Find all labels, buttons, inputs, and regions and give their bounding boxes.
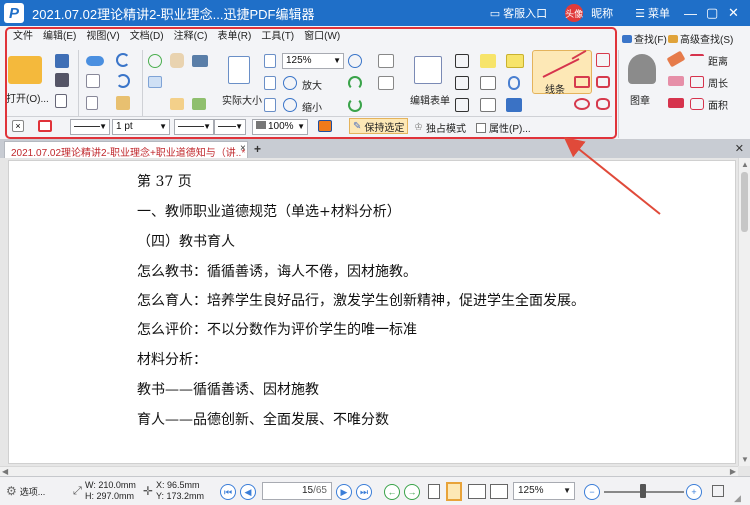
page-height: H: 297.0mm: [85, 491, 135, 501]
paragraph-teaching-summary: 教书——循循善诱、因材施教: [137, 382, 319, 398]
distance-label[interactable]: 距离: [708, 53, 728, 68]
zoom-slider-thumb[interactable]: [640, 484, 646, 498]
app-logo-icon: P: [4, 3, 24, 23]
scroll-up-icon[interactable]: ▲: [741, 160, 749, 169]
stamp-label[interactable]: 图章: [630, 92, 650, 107]
advanced-search-icon: [668, 34, 678, 43]
vertical-scrollbar[interactable]: ▲ ▼: [738, 158, 750, 466]
scroll-down-icon[interactable]: ▼: [741, 455, 749, 464]
tab-close-icon[interactable]: ×: [240, 143, 246, 154]
area-icon[interactable]: [690, 98, 704, 110]
area-label[interactable]: 面积: [708, 97, 728, 112]
status-bar: ⚙ 选项... ⤢ W: 210.0mm H: 297.0mm ✛ X: 96.…: [0, 476, 750, 505]
last-page-button[interactable]: ⏭: [356, 484, 372, 500]
add-tab-icon[interactable]: +: [254, 142, 261, 156]
gear-icon: ⚙: [6, 484, 17, 498]
options-button[interactable]: ⚙ 选项...: [6, 484, 45, 498]
pdf-page: 第 37 页 一、教师职业道德规范（单选+材料分析） （四）教书育人 怎么教书：…: [8, 160, 736, 464]
paragraph-teaching: 怎么教书：循循善诱，诲人不倦，因材施教。: [137, 264, 417, 280]
paragraph-material: 材料分析：: [137, 352, 207, 368]
page-width: W: 210.0mm: [85, 480, 136, 490]
maximize-button[interactable]: ▢: [706, 5, 728, 21]
cursor-y: Y: 173.2mm: [156, 491, 205, 501]
paragraph-nurturing: 怎么育人：培养学生良好品行，激发学生创新精神，促进学生全面发展。: [137, 293, 585, 309]
zoom-out-button[interactable]: −: [584, 484, 600, 500]
paragraph-nurturing-summary: 育人——品德创新、全面发展、不唯分数: [137, 412, 389, 428]
page-number-heading: 第 37 页: [137, 174, 192, 190]
main-menu-button[interactable]: ☰ 菜单: [635, 5, 670, 21]
horizontal-scrollbar[interactable]: ◀ ▶: [0, 466, 738, 476]
document-viewer: 第 37 页 一、教师职业道德规范（单选+材料分析） （四）教书育人 怎么教书：…: [0, 158, 750, 476]
cursor-x: X: 96.5mm: [156, 480, 200, 490]
close-button[interactable]: ✕: [728, 5, 750, 21]
stamp-icon[interactable]: [628, 54, 656, 84]
perimeter-icon[interactable]: [690, 76, 704, 88]
binoculars-icon: [622, 34, 632, 43]
tab-active-document[interactable]: 2021.07.02理论精讲2-职业理念+职业道德知与（讲..*: [4, 141, 248, 158]
advanced-find-button[interactable]: 高级查找(S): [668, 31, 733, 46]
scroll-left-icon[interactable]: ◀: [2, 467, 8, 476]
distance-icon[interactable]: [690, 54, 704, 64]
resize-grip-icon: ◢: [734, 493, 741, 503]
continuous-view-icon[interactable]: [446, 482, 462, 501]
paragraph-evaluation: 怎么评价：不以分数作为评价学生的唯一标准: [137, 322, 417, 338]
history-back-button[interactable]: ←: [384, 484, 400, 500]
chat-icon: ▭: [489, 7, 501, 20]
hamburger-icon: ☰: [635, 7, 645, 20]
customer-service-button[interactable]: ▭ 客服入口: [490, 5, 547, 21]
status-zoom-combo[interactable]: 125% ▼: [513, 482, 575, 500]
scroll-thumb[interactable]: [741, 172, 748, 232]
close-all-icon[interactable]: ✕: [735, 142, 744, 155]
minimize-button[interactable]: —: [684, 6, 706, 21]
fullscreen-icon[interactable]: [712, 485, 724, 497]
window-title: 2021.07.02理论精讲2-职业理念...迅捷PDF编辑器: [32, 6, 315, 22]
history-forward-button[interactable]: →: [404, 484, 420, 500]
ribbon-toolbar: 文件 编辑(E) 视图(V) 文档(D) 注释(C) 表单(R) 工具(T) 窗…: [0, 26, 750, 140]
section-heading: 一、教师职业道德规范（单选+材料分析）: [137, 204, 401, 220]
next-page-button[interactable]: ▶: [336, 484, 352, 500]
eraser-icon[interactable]: [668, 76, 684, 86]
scroll-right-icon[interactable]: ▶: [730, 467, 736, 476]
zoom-in-button[interactable]: +: [686, 484, 702, 500]
facing-view-icon[interactable]: [468, 484, 486, 499]
brush-icon[interactable]: [668, 98, 684, 108]
continuous-facing-view-icon[interactable]: [490, 484, 508, 499]
pencil-icon[interactable]: [666, 50, 686, 68]
cursor-crosshair-icon: ✛: [143, 484, 154, 498]
page-size-icon: ⤢: [73, 485, 82, 497]
title-bar: P 2021.07.02理论精讲2-职业理念...迅捷PDF编辑器 ▭ 客服入口…: [0, 0, 750, 26]
find-button[interactable]: 查找(F): [622, 31, 667, 46]
subsection-heading: （四）教书育人: [137, 234, 235, 250]
tab-strip: 2021.07.02理论精讲2-职业理念+职业道德知与（讲..* × + ✕: [0, 140, 750, 158]
nickname-label[interactable]: 昵称: [591, 5, 613, 21]
perimeter-label[interactable]: 周长: [708, 75, 728, 90]
avatar[interactable]: 头像: [565, 4, 583, 22]
previous-page-button[interactable]: ◀: [240, 484, 256, 500]
first-page-button[interactable]: ⏮: [220, 484, 236, 500]
highlight-frame: [5, 27, 617, 139]
single-page-view-icon[interactable]: [428, 484, 440, 499]
page-number-field[interactable]: 15/65: [262, 482, 332, 500]
